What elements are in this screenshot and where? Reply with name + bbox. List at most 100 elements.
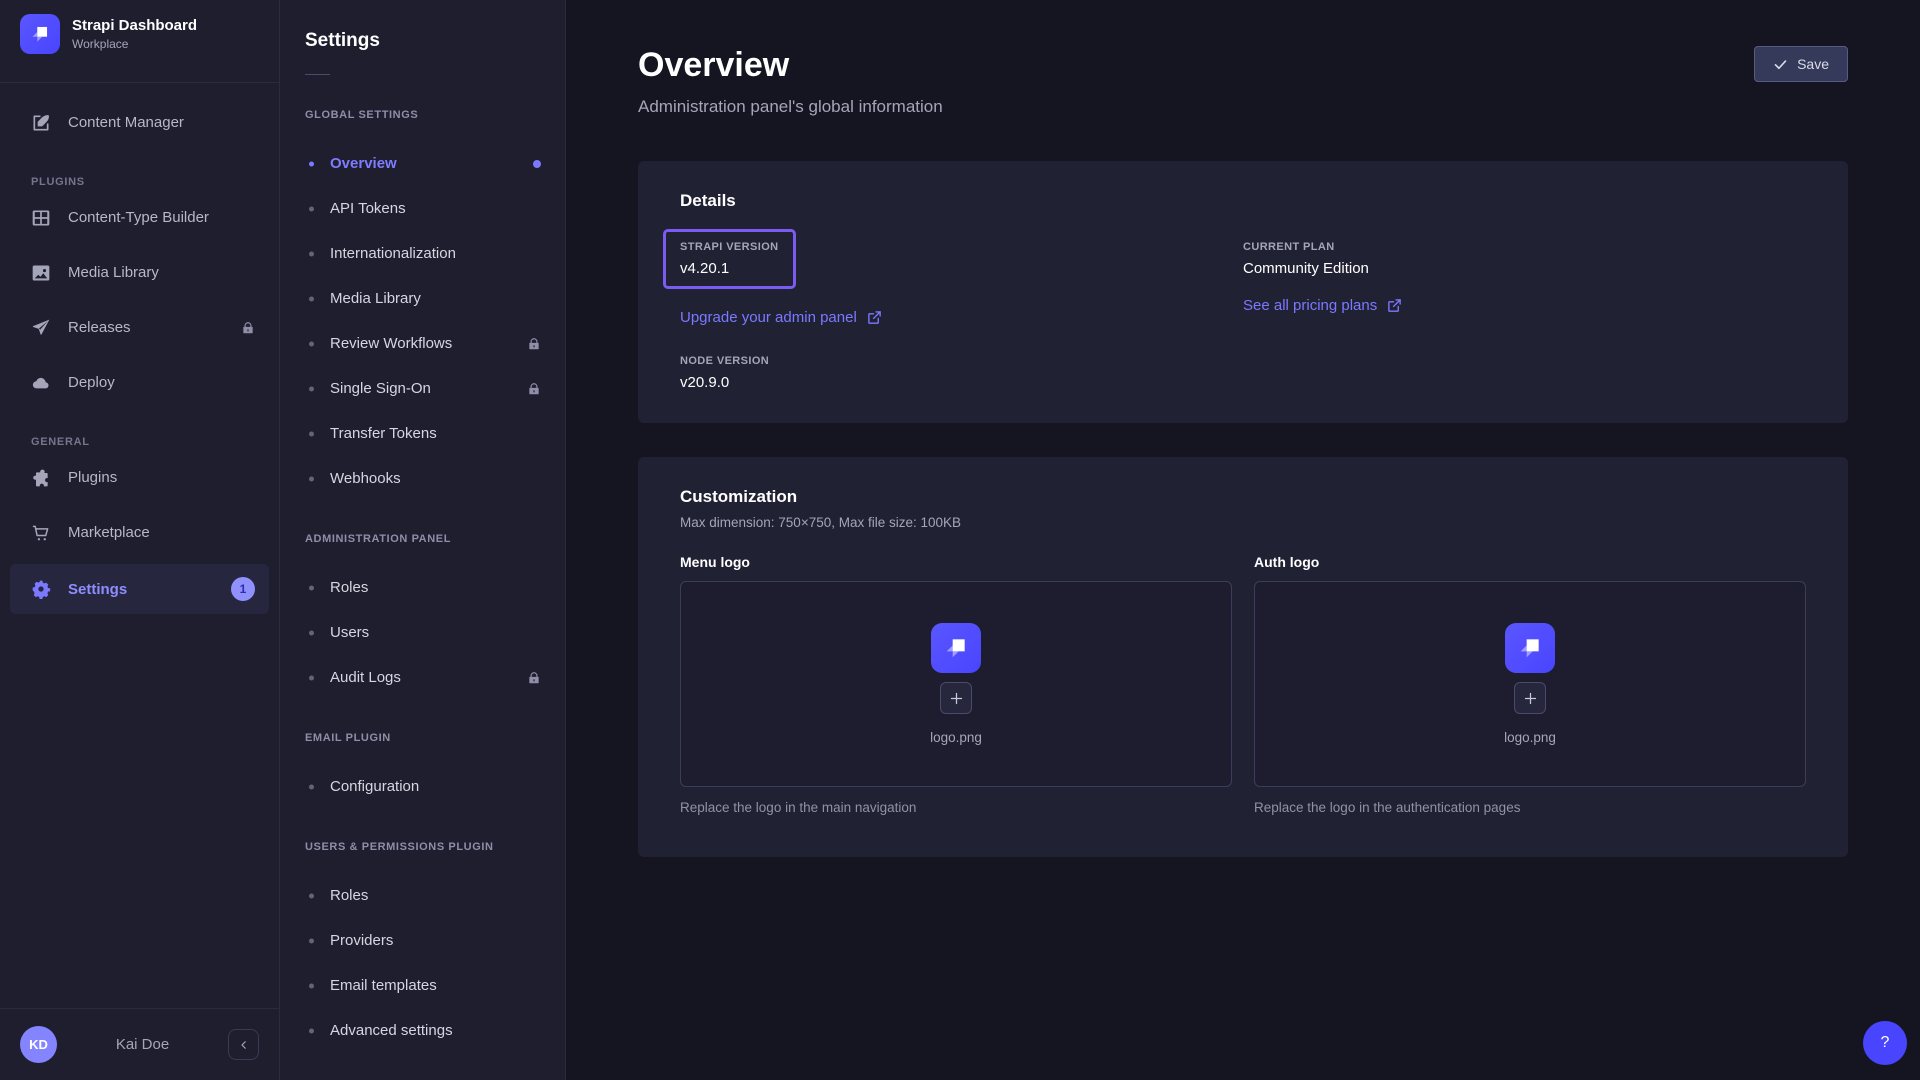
cart-icon — [31, 523, 51, 543]
subnav-item-transfer-tokens[interactable]: Transfer Tokens — [280, 411, 565, 456]
node-version-value: v20.9.0 — [680, 374, 1243, 391]
node-version-group: NODE VERSION v20.9.0 — [680, 355, 1243, 391]
subnav-item-users[interactable]: Users — [280, 610, 565, 655]
current-plan-group: CURRENT PLAN Community Edition — [1243, 241, 1806, 277]
bullet-icon — [309, 1028, 314, 1033]
subnav-section-administration-panel: ADMINISTRATION PANEL — [305, 533, 540, 545]
subnav-item-internationalization[interactable]: Internationalization — [280, 231, 565, 276]
sidebar-item-label: Deploy — [68, 374, 115, 391]
sidebar-item-marketplace[interactable]: Marketplace — [0, 505, 279, 560]
sidebar-section-plugins: PLUGINS — [31, 176, 279, 188]
sidebar-item-releases[interactable]: Releases — [0, 300, 279, 355]
subnav-item-label: Audit Logs — [330, 669, 401, 686]
page-header: Overview Administration panel's global i… — [566, 0, 1920, 117]
auth-logo-label: Auth logo — [1254, 554, 1806, 570]
subnav-title: Settings — [305, 30, 540, 52]
pricing-plans-link[interactable]: See all pricing plans — [1243, 297, 1402, 314]
subnav-item-label: Single Sign-On — [330, 380, 431, 397]
subnav-item-label: Email templates — [330, 977, 437, 994]
subnav-section-email-plugin: EMAIL PLUGIN — [305, 732, 540, 744]
external-link-icon — [867, 310, 882, 325]
sidebar-item-label: Content Manager — [68, 114, 184, 131]
sidebar-item-plugins[interactable]: Plugins — [0, 450, 279, 505]
sidebar-item-label: Settings — [68, 581, 127, 598]
details-grid: STRAPI VERSION v4.20.1 Upgrade your admi… — [680, 229, 1806, 391]
sidebar-item-label: Content-Type Builder — [68, 209, 209, 226]
subnav-item-roles-up[interactable]: Roles — [280, 873, 565, 918]
subnav-item-api-tokens[interactable]: API Tokens — [280, 186, 565, 231]
sidebar-item-label: Marketplace — [68, 524, 150, 541]
subnav-item-webhooks[interactable]: Webhooks — [280, 456, 565, 501]
bullet-icon — [309, 386, 314, 391]
subnav-item-label: Transfer Tokens — [330, 425, 437, 442]
pen-icon — [31, 113, 51, 133]
page-subtitle: Administration panel's global informatio… — [638, 97, 1848, 117]
sidebar-item-content-manager[interactable]: Content Manager — [0, 95, 279, 150]
subnav-divider — [305, 74, 330, 75]
subnav-item-single-sign-on[interactable]: Single Sign-On — [280, 366, 565, 411]
settings-notification-badge: 1 — [231, 577, 255, 601]
sidebar-item-settings[interactable]: Settings 1 — [10, 564, 269, 614]
sidebar-item-label: Media Library — [68, 264, 159, 281]
plus-icon — [949, 691, 964, 706]
sidebar-item-label: Plugins — [68, 469, 117, 486]
collapse-sidebar-button[interactable] — [228, 1029, 259, 1060]
subnav-item-label: Advanced settings — [330, 1022, 453, 1039]
workspace-brand[interactable]: Strapi Dashboard Workplace — [0, 0, 279, 66]
help-button[interactable]: ? — [1863, 1021, 1907, 1065]
help-button-label: ? — [1881, 1034, 1890, 1052]
subnav-item-label: Configuration — [330, 778, 419, 795]
main-content: Overview Administration panel's global i… — [566, 0, 1920, 1080]
subnav-item-label: Roles — [330, 887, 368, 904]
upgrade-link-label: Upgrade your admin panel — [680, 309, 857, 326]
auth-logo-hint: Replace the logo in the authentication p… — [1254, 800, 1806, 815]
subnav-item-overview[interactable]: Overview — [280, 141, 565, 186]
add-auth-logo-button[interactable] — [1514, 682, 1546, 714]
bullet-icon — [309, 675, 314, 680]
subnav-item-providers[interactable]: Providers — [280, 918, 565, 963]
details-left-column: STRAPI VERSION v4.20.1 Upgrade your admi… — [680, 229, 1243, 391]
brand-title: Strapi Dashboard — [72, 17, 197, 36]
chevron-left-icon — [238, 1039, 250, 1051]
sidebar-item-deploy[interactable]: Deploy — [0, 355, 279, 410]
auth-logo-field: Auth logo logo.png — [1254, 554, 1806, 815]
lock-icon — [527, 382, 541, 396]
strapi-logo-icon — [20, 14, 60, 54]
subnav-item-audit-logs[interactable]: Audit Logs — [280, 655, 565, 700]
bullet-icon — [309, 893, 314, 898]
external-link-icon — [1387, 298, 1402, 313]
subnav-item-review-workflows[interactable]: Review Workflows — [280, 321, 565, 366]
sidebar-nav: Content Manager PLUGINS Content-Type Bui… — [0, 95, 279, 614]
auth-logo-upload-box[interactable]: logo.png — [1254, 581, 1806, 787]
add-menu-logo-button[interactable] — [940, 682, 972, 714]
current-plan-value: Community Edition — [1243, 260, 1806, 277]
lock-icon — [527, 337, 541, 351]
subnav-item-media-library[interactable]: Media Library — [280, 276, 565, 321]
menu-logo-hint: Replace the logo in the main navigation — [680, 800, 1232, 815]
subnav-item-configuration[interactable]: Configuration — [280, 764, 565, 809]
subnav-item-label: Review Workflows — [330, 335, 452, 352]
brand-subtitle: Workplace — [72, 37, 197, 51]
subnav-item-advanced-settings[interactable]: Advanced settings — [280, 1008, 565, 1053]
subnav-section-users-permissions-plugin: USERS & PERMISSIONS PLUGIN — [305, 841, 540, 853]
menu-logo-label: Menu logo — [680, 554, 1232, 570]
save-button[interactable]: Save — [1754, 46, 1848, 82]
subnav-item-email-templates[interactable]: Email templates — [280, 963, 565, 1008]
sidebar-item-media-library[interactable]: Media Library — [0, 245, 279, 300]
upgrade-admin-panel-link[interactable]: Upgrade your admin panel — [680, 309, 882, 326]
user-avatar[interactable]: KD — [20, 1026, 57, 1063]
menu-logo-filename: logo.png — [930, 730, 982, 745]
settings-subnav: Settings GLOBAL SETTINGS Overview API To… — [280, 0, 566, 1080]
strapi-mark-icon — [1514, 632, 1546, 664]
strapi-mark-icon — [940, 632, 972, 664]
details-card: Details STRAPI VERSION v4.20.1 Upgrade y… — [638, 161, 1848, 423]
details-title: Details — [680, 191, 1806, 211]
sidebar-footer: KD Kai Doe — [0, 1008, 279, 1080]
sidebar-item-content-type-builder[interactable]: Content-Type Builder — [0, 190, 279, 245]
subnav-item-roles-admin[interactable]: Roles — [280, 565, 565, 610]
sidebar-item-label: Releases — [68, 319, 131, 336]
current-plan-label: CURRENT PLAN — [1243, 241, 1806, 253]
strapi-mark-icon — [27, 21, 53, 47]
bullet-icon — [309, 983, 314, 988]
menu-logo-upload-box[interactable]: logo.png — [680, 581, 1232, 787]
